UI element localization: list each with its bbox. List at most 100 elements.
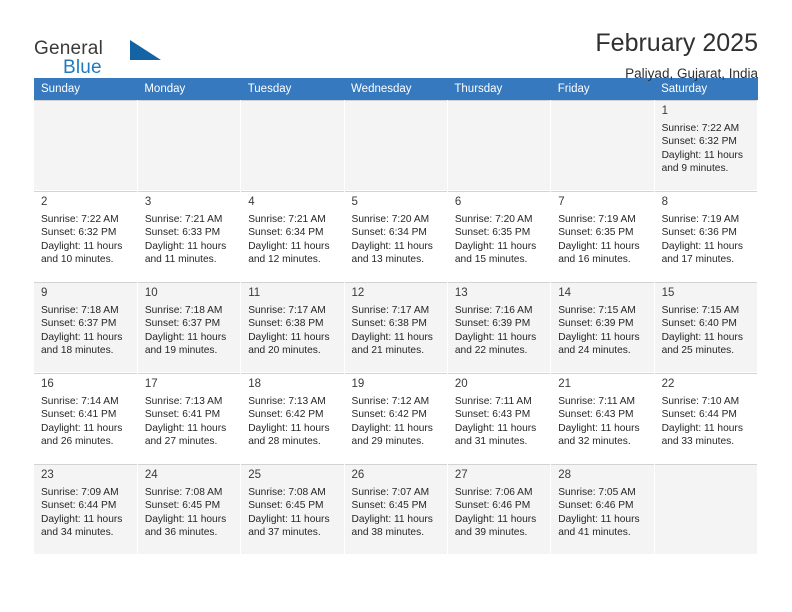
sunset-text: Sunset: 6:44 PM [661, 409, 737, 421]
calendar-day-cell[interactable]: 10 Sunrise: 7:18 AM Sunset: 6:37 PM Dayligh… [137, 281, 242, 373]
day-sun-info: Sunrise: 7:11 AM Sunset: 6:43 PM Daylight:… [558, 395, 647, 449]
day-number: 26 [351, 469, 365, 481]
calendar-day-cell[interactable]: 16 Sunrise: 7:14 AM Sunset: 6:41 PM Dayligh… [34, 372, 138, 464]
sunrise-text: Sunrise: 7:19 AM [661, 214, 740, 225]
daylight-text: Daylight: 11 hours and 28 minutes. [248, 422, 330, 448]
calendar-day-cell[interactable]: 3 Sunrise: 7:21 AM Sunset: 6:33 PM Daylight… [137, 190, 242, 282]
day-sun-info: Sunrise: 7:19 AM Sunset: 6:36 PM Daylight:… [662, 213, 751, 267]
calendar-page: General Blue February 2025 Paliyad, Guja… [0, 0, 792, 612]
day-sun-info: Sunrise: 7:16 AM Sunset: 6:39 PM Daylight:… [455, 304, 544, 358]
sunrise-text: Sunrise: 7:09 AM [41, 487, 119, 498]
daylight-text: Daylight: 11 hours and 13 minutes. [351, 240, 433, 266]
calendar-day-cell[interactable]: 8 Sunrise: 7:19 AM Sunset: 6:36 PM Daylight… [654, 190, 759, 282]
calendar-cell-inner: 1 Sunrise: 7:22 AM Sunset: 6:32 PM Daylight… [654, 100, 757, 190]
sunset-text: Sunset: 6:39 PM [558, 318, 634, 330]
daylight-text: Daylight: 11 hours and 37 minutes. [248, 513, 330, 539]
sunset-text: Sunset: 6:35 PM [558, 227, 634, 239]
daylight-text: Daylight: 11 hours and 17 minutes. [661, 240, 743, 266]
day-number: 2 [41, 196, 48, 208]
calendar-cell-empty [447, 100, 552, 191]
daylight-text: Daylight: 11 hours and 19 minutes. [144, 331, 227, 357]
calendar-day-cell[interactable]: 2 Sunrise: 7:22 AM Sunset: 6:32 PM Daylight… [34, 190, 138, 282]
calendar-day-cell[interactable]: 25 Sunrise: 7:08 AM Sunset: 6:45 PM Dayligh… [240, 463, 345, 555]
day-sun-info: Sunrise: 7:08 AM Sunset: 6:45 PM Daylight:… [145, 486, 234, 540]
daylight-text: Daylight: 11 hours and 32 minutes. [558, 422, 640, 448]
sunset-text: Sunset: 6:42 PM [248, 409, 324, 421]
sunrise-text: Sunrise: 7:12 AM [351, 396, 430, 407]
calendar-cell-inner: 5 Sunrise: 7:20 AM Sunset: 6:34 PM Daylight… [344, 191, 447, 281]
daylight-text: Daylight: 11 hours and 26 minutes. [41, 422, 123, 448]
calendar-cell-inner: 20 Sunrise: 7:11 AM Sunset: 6:43 PM Dayligh… [447, 373, 551, 463]
sunrise-text: Sunrise: 7:17 AM [351, 305, 430, 316]
calendar-day-cell[interactable]: 7 Sunrise: 7:19 AM Sunset: 6:35 PM Daylight… [550, 190, 655, 282]
sunset-text: Sunset: 6:46 PM [454, 500, 531, 512]
sunrise-text: Sunrise: 7:22 AM [41, 214, 119, 225]
calendar-day-cell[interactable]: 17 Sunrise: 7:13 AM Sunset: 6:41 PM Dayligh… [137, 372, 242, 464]
day-number: 13 [454, 287, 468, 299]
daylight-text: Daylight: 11 hours and 41 minutes. [558, 513, 640, 539]
calendar-day-cell[interactable]: 15 Sunrise: 7:15 AM Sunset: 6:40 PM Dayligh… [654, 281, 759, 373]
calendar-day-cell[interactable]: 4 Sunrise: 7:21 AM Sunset: 6:34 PM Daylight… [240, 190, 345, 282]
day-sun-info: Sunrise: 7:21 AM Sunset: 6:33 PM Daylight:… [145, 213, 234, 267]
calendar-day-cell[interactable]: 27 Sunrise: 7:06 AM Sunset: 6:46 PM Dayligh… [447, 463, 552, 555]
daylight-text: Daylight: 11 hours and 16 minutes. [558, 240, 640, 266]
day-number: 10 [144, 287, 158, 299]
sunrise-text: Sunrise: 7:18 AM [41, 305, 119, 316]
calendar-day-cell[interactable]: 6 Sunrise: 7:20 AM Sunset: 6:35 PM Daylight… [447, 190, 552, 282]
day-number: 14 [558, 287, 572, 299]
brand-logo[interactable]: General Blue [34, 28, 164, 80]
day-number: 5 [351, 196, 358, 208]
calendar-cell-inner: 12 Sunrise: 7:17 AM Sunset: 6:38 PM Dayligh… [344, 282, 447, 372]
page-title: February 2025 [595, 29, 758, 57]
calendar-day-cell[interactable]: 11 Sunrise: 7:17 AM Sunset: 6:38 PM Dayligh… [240, 281, 345, 373]
sunset-text: Sunset: 6:34 PM [248, 227, 324, 239]
daylight-text: Daylight: 11 hours and 18 minutes. [41, 331, 123, 357]
day-sun-info: Sunrise: 7:22 AM Sunset: 6:32 PM Daylight:… [662, 122, 751, 176]
sunset-text: Sunset: 6:33 PM [144, 227, 221, 239]
day-sun-info: Sunrise: 7:21 AM Sunset: 6:34 PM Daylight:… [248, 213, 337, 267]
sunset-text: Sunset: 6:41 PM [144, 409, 221, 421]
daylight-text: Daylight: 11 hours and 15 minutes. [454, 240, 537, 266]
calendar-cell-empty [240, 100, 345, 191]
sunset-text: Sunset: 6:36 PM [661, 227, 737, 239]
calendar-day-cell[interactable]: 21 Sunrise: 7:11 AM Sunset: 6:43 PM Dayligh… [550, 372, 655, 464]
calendar-cell-inner: 11 Sunrise: 7:17 AM Sunset: 6:38 PM Dayligh… [241, 282, 344, 372]
calendar-day-cell[interactable]: 22 Sunrise: 7:10 AM Sunset: 6:44 PM Dayligh… [654, 372, 759, 464]
calendar-day-cell[interactable]: 5 Sunrise: 7:20 AM Sunset: 6:34 PM Daylight… [344, 190, 448, 282]
day-number: 18 [248, 378, 261, 390]
sunset-text: Sunset: 6:43 PM [454, 409, 531, 421]
calendar-day-cell[interactable]: 18 Sunrise: 7:13 AM Sunset: 6:42 PM Dayligh… [240, 372, 345, 464]
sunrise-text: Sunrise: 7:10 AM [661, 396, 740, 407]
daylight-text: Daylight: 11 hours and 21 minutes. [351, 331, 433, 357]
day-sun-info: Sunrise: 7:13 AM Sunset: 6:42 PM Daylight:… [248, 395, 337, 449]
calendar-day-cell[interactable]: 24 Sunrise: 7:08 AM Sunset: 6:45 PM Dayligh… [137, 463, 242, 555]
calendar-week-row: 16 Sunrise: 7:14 AM Sunset: 6:41 PM Dayligh… [34, 372, 759, 464]
calendar-day-cell[interactable]: 20 Sunrise: 7:11 AM Sunset: 6:43 PM Dayligh… [447, 372, 552, 464]
sunrise-text: Sunrise: 7:11 AM [454, 396, 532, 407]
calendar-day-cell[interactable]: 14 Sunrise: 7:15 AM Sunset: 6:39 PM Dayligh… [550, 281, 655, 373]
day-sun-info: Sunrise: 7:15 AM Sunset: 6:39 PM Daylight:… [558, 304, 647, 358]
daylight-text: Daylight: 11 hours and 36 minutes. [144, 513, 227, 539]
calendar-day-cell[interactable]: 26 Sunrise: 7:07 AM Sunset: 6:45 PM Dayligh… [344, 463, 448, 555]
calendar-day-cell[interactable]: 12 Sunrise: 7:17 AM Sunset: 6:38 PM Dayligh… [344, 281, 448, 373]
sunrise-text: Sunrise: 7:21 AM [248, 214, 326, 225]
sunrise-text: Sunrise: 7:05 AM [558, 487, 636, 498]
sunrise-text: Sunrise: 7:07 AM [351, 487, 430, 498]
sunset-text: Sunset: 6:46 PM [558, 500, 634, 512]
page-header: General Blue February 2025 Paliyad, Guja… [34, 0, 758, 81]
calendar-day-cell[interactable]: 13 Sunrise: 7:16 AM Sunset: 6:39 PM Dayligh… [447, 281, 552, 373]
day-sun-info: Sunrise: 7:18 AM Sunset: 6:37 PM Daylight:… [41, 304, 131, 358]
sunset-text: Sunset: 6:45 PM [144, 500, 221, 512]
calendar-cell-inner: 24 Sunrise: 7:08 AM Sunset: 6:45 PM Dayligh… [137, 464, 241, 554]
day-sun-info: Sunrise: 7:17 AM Sunset: 6:38 PM Daylight:… [352, 304, 441, 358]
calendar-day-cell[interactable]: 1 Sunrise: 7:22 AM Sunset: 6:32 PM Daylight… [654, 100, 759, 191]
calendar-day-cell[interactable]: 9 Sunrise: 7:18 AM Sunset: 6:37 PM Daylight… [34, 281, 138, 373]
calendar-cell-inner [137, 100, 241, 190]
day-number: 15 [661, 287, 675, 299]
calendar-day-cell[interactable]: 23 Sunrise: 7:09 AM Sunset: 6:44 PM Dayligh… [34, 463, 138, 555]
calendar-day-cell[interactable]: 28 Sunrise: 7:05 AM Sunset: 6:46 PM Dayligh… [550, 463, 655, 555]
calendar-day-cell[interactable]: 19 Sunrise: 7:12 AM Sunset: 6:42 PM Dayligh… [344, 372, 448, 464]
day-number: 4 [248, 196, 255, 208]
sunrise-text: Sunrise: 7:20 AM [454, 214, 533, 225]
sunset-text: Sunset: 6:39 PM [454, 318, 531, 330]
